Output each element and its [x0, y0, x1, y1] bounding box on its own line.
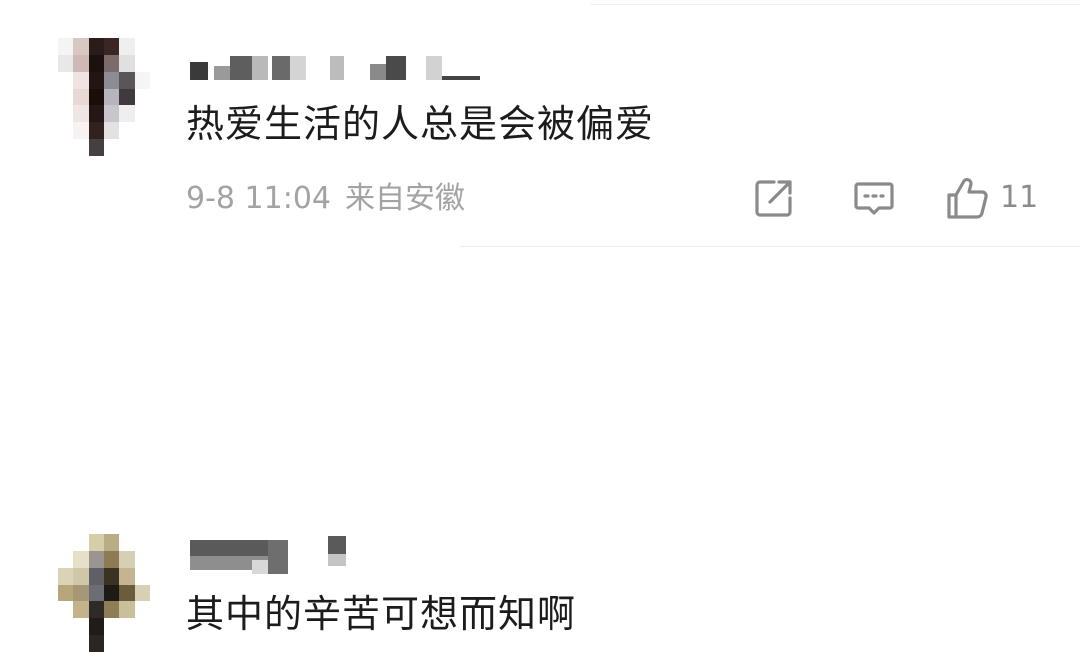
- comment-icon: [854, 182, 894, 215]
- comment-button[interactable]: [852, 176, 896, 220]
- like-button[interactable]: 11: [944, 176, 1038, 220]
- thumbs-up-icon: [947, 178, 988, 219]
- comment-item: 热爱生活的人总是会被偏爱 9-8 11:04 来自安徽 11: [0, 0, 1080, 248]
- comment-item: 其中的辛苦可想而知啊: [0, 248, 1080, 652]
- comment-date: 9-8 11:04: [186, 181, 331, 216]
- comment-text: 热爱生活的人总是会被偏爱: [186, 102, 655, 146]
- username-redacted[interactable]: [190, 536, 360, 574]
- avatar[interactable]: [58, 38, 150, 156]
- avatar[interactable]: [58, 534, 150, 652]
- comment-divider: [460, 246, 1080, 247]
- share-button[interactable]: [752, 176, 796, 220]
- comment-meta: 9-8 11:04 来自安徽: [186, 180, 465, 218]
- comment-text: 其中的辛苦可想而知啊: [186, 592, 577, 636]
- username-redacted[interactable]: [190, 56, 490, 80]
- like-count: 11: [1000, 180, 1039, 215]
- comment-location: 来自安徽: [345, 181, 465, 216]
- share-icon: [755, 180, 792, 217]
